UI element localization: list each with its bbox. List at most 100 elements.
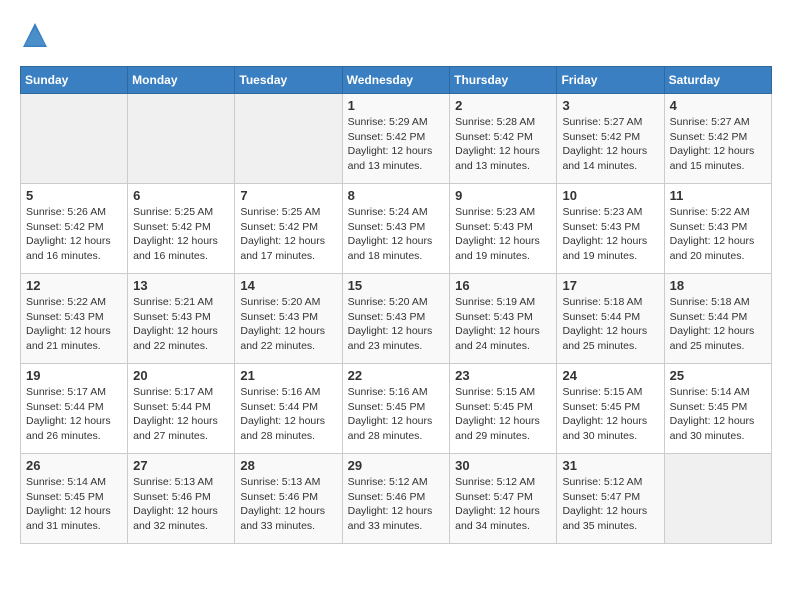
day-number: 5 — [26, 188, 122, 203]
day-info: Sunrise: 5:19 AMSunset: 5:43 PMDaylight:… — [455, 295, 551, 354]
calendar-cell: 26 Sunrise: 5:14 AMSunset: 5:45 PMDayligh… — [21, 454, 128, 544]
calendar-week-row: 1 Sunrise: 5:29 AMSunset: 5:42 PMDaylight… — [21, 94, 772, 184]
day-number: 22 — [348, 368, 445, 383]
calendar-cell: 19 Sunrise: 5:17 AMSunset: 5:44 PMDayligh… — [21, 364, 128, 454]
day-info: Sunrise: 5:12 AMSunset: 5:46 PMDaylight:… — [348, 475, 445, 534]
calendar-header-row: SundayMondayTuesdayWednesdayThursdayFrid… — [21, 67, 772, 94]
day-info: Sunrise: 5:26 AMSunset: 5:42 PMDaylight:… — [26, 205, 122, 264]
calendar-cell: 15Sunrise: 5:20 AMSunset: 5:43 PMDayligh… — [342, 274, 450, 364]
calendar-cell: 1 Sunrise: 5:29 AMSunset: 5:42 PMDaylight… — [342, 94, 450, 184]
day-number: 13 — [133, 278, 229, 293]
calendar-cell: 25 Sunrise: 5:14 AMSunset: 5:45 PMDayligh… — [664, 364, 771, 454]
day-number: 6 — [133, 188, 229, 203]
calendar-day-header: Sunday — [21, 67, 128, 94]
day-info: Sunrise: 5:23 AMSunset: 5:43 PMDaylight:… — [455, 205, 551, 264]
calendar-cell — [128, 94, 235, 184]
day-info: Sunrise: 5:12 AMSunset: 5:47 PMDaylight:… — [562, 475, 658, 534]
calendar-cell: 22Sunrise: 5:16 AMSunset: 5:45 PMDayligh… — [342, 364, 450, 454]
day-info: Sunrise: 5:12 AMSunset: 5:47 PMDaylight:… — [455, 475, 551, 534]
day-info: Sunrise: 5:27 AMSunset: 5:42 PMDaylight:… — [562, 115, 658, 174]
day-number: 12 — [26, 278, 122, 293]
calendar-cell: 18 Sunrise: 5:18 AMSunset: 5:44 PMDayligh… — [664, 274, 771, 364]
calendar-cell — [21, 94, 128, 184]
calendar-day-header: Friday — [557, 67, 664, 94]
calendar-week-row: 5 Sunrise: 5:26 AMSunset: 5:42 PMDaylight… — [21, 184, 772, 274]
day-number: 14 — [240, 278, 336, 293]
calendar-cell: 20Sunrise: 5:17 AMSunset: 5:44 PMDayligh… — [128, 364, 235, 454]
calendar-cell: 2Sunrise: 5:28 AMSunset: 5:42 PMDaylight… — [450, 94, 557, 184]
calendar-cell: 28 Sunrise: 5:13 AMSunset: 5:46 PMDayligh… — [235, 454, 342, 544]
day-number: 28 — [240, 458, 336, 473]
day-info: Sunrise: 5:25 AMSunset: 5:42 PMDaylight:… — [133, 205, 229, 264]
calendar-cell — [235, 94, 342, 184]
day-info: Sunrise: 5:17 AMSunset: 5:44 PMDaylight:… — [26, 385, 122, 444]
calendar-cell: 5 Sunrise: 5:26 AMSunset: 5:42 PMDaylight… — [21, 184, 128, 274]
day-info: Sunrise: 5:18 AMSunset: 5:44 PMDaylight:… — [670, 295, 766, 354]
day-number: 10 — [562, 188, 658, 203]
calendar-cell: 4Sunrise: 5:27 AMSunset: 5:42 PMDaylight… — [664, 94, 771, 184]
calendar-week-row: 26 Sunrise: 5:14 AMSunset: 5:45 PMDayligh… — [21, 454, 772, 544]
calendar-cell: 27 Sunrise: 5:13 AMSunset: 5:46 PMDayligh… — [128, 454, 235, 544]
day-number: 23 — [455, 368, 551, 383]
day-info: Sunrise: 5:29 AMSunset: 5:42 PMDaylight:… — [348, 115, 445, 174]
calendar-cell: 29Sunrise: 5:12 AMSunset: 5:46 PMDayligh… — [342, 454, 450, 544]
day-number: 21 — [240, 368, 336, 383]
day-number: 31 — [562, 458, 658, 473]
day-number: 30 — [455, 458, 551, 473]
calendar-cell: 21 Sunrise: 5:16 AMSunset: 5:44 PMDayligh… — [235, 364, 342, 454]
calendar-cell: 6 Sunrise: 5:25 AMSunset: 5:42 PMDaylight… — [128, 184, 235, 274]
day-info: Sunrise: 5:25 AMSunset: 5:42 PMDaylight:… — [240, 205, 336, 264]
day-number: 1 — [348, 98, 445, 113]
logo-icon — [20, 20, 50, 50]
calendar-day-header: Saturday — [664, 67, 771, 94]
day-number: 9 — [455, 188, 551, 203]
calendar-table: SundayMondayTuesdayWednesdayThursdayFrid… — [20, 66, 772, 544]
calendar-cell: 10 Sunrise: 5:23 AMSunset: 5:43 PMDayligh… — [557, 184, 664, 274]
day-info: Sunrise: 5:15 AMSunset: 5:45 PMDaylight:… — [562, 385, 658, 444]
logo — [20, 20, 54, 50]
day-number: 27 — [133, 458, 229, 473]
day-number: 25 — [670, 368, 766, 383]
day-number: 3 — [562, 98, 658, 113]
calendar-body: 1 Sunrise: 5:29 AMSunset: 5:42 PMDaylight… — [21, 94, 772, 544]
calendar-day-header: Tuesday — [235, 67, 342, 94]
day-info: Sunrise: 5:24 AMSunset: 5:43 PMDaylight:… — [348, 205, 445, 264]
day-number: 8 — [348, 188, 445, 203]
calendar-cell: 8 Sunrise: 5:24 AMSunset: 5:43 PMDaylight… — [342, 184, 450, 274]
day-info: Sunrise: 5:14 AMSunset: 5:45 PMDaylight:… — [26, 475, 122, 534]
calendar-cell: 24Sunrise: 5:15 AMSunset: 5:45 PMDayligh… — [557, 364, 664, 454]
calendar-cell: 17 Sunrise: 5:18 AMSunset: 5:44 PMDayligh… — [557, 274, 664, 364]
calendar-day-header: Thursday — [450, 67, 557, 94]
calendar-day-header: Wednesday — [342, 67, 450, 94]
calendar-cell: 30 Sunrise: 5:12 AMSunset: 5:47 PMDayligh… — [450, 454, 557, 544]
day-info: Sunrise: 5:15 AMSunset: 5:45 PMDaylight:… — [455, 385, 551, 444]
calendar-week-row: 19 Sunrise: 5:17 AMSunset: 5:44 PMDayligh… — [21, 364, 772, 454]
day-info: Sunrise: 5:28 AMSunset: 5:42 PMDaylight:… — [455, 115, 551, 174]
day-number: 17 — [562, 278, 658, 293]
day-number: 18 — [670, 278, 766, 293]
page-header — [20, 20, 772, 50]
day-info: Sunrise: 5:13 AMSunset: 5:46 PMDaylight:… — [240, 475, 336, 534]
calendar-cell: 14 Sunrise: 5:20 AMSunset: 5:43 PMDayligh… — [235, 274, 342, 364]
calendar-cell — [664, 454, 771, 544]
day-info: Sunrise: 5:13 AMSunset: 5:46 PMDaylight:… — [133, 475, 229, 534]
day-number: 16 — [455, 278, 551, 293]
calendar-cell: 23 Sunrise: 5:15 AMSunset: 5:45 PMDayligh… — [450, 364, 557, 454]
day-info: Sunrise: 5:18 AMSunset: 5:44 PMDaylight:… — [562, 295, 658, 354]
day-info: Sunrise: 5:20 AMSunset: 5:43 PMDaylight:… — [240, 295, 336, 354]
calendar-cell: 9 Sunrise: 5:23 AMSunset: 5:43 PMDaylight… — [450, 184, 557, 274]
calendar-cell: 31 Sunrise: 5:12 AMSunset: 5:47 PMDayligh… — [557, 454, 664, 544]
day-info: Sunrise: 5:16 AMSunset: 5:44 PMDaylight:… — [240, 385, 336, 444]
day-info: Sunrise: 5:20 AMSunset: 5:43 PMDaylight:… — [348, 295, 445, 354]
day-number: 19 — [26, 368, 122, 383]
day-info: Sunrise: 5:27 AMSunset: 5:42 PMDaylight:… — [670, 115, 766, 174]
day-number: 7 — [240, 188, 336, 203]
day-info: Sunrise: 5:23 AMSunset: 5:43 PMDaylight:… — [562, 205, 658, 264]
calendar-week-row: 12 Sunrise: 5:22 AMSunset: 5:43 PMDayligh… — [21, 274, 772, 364]
day-number: 26 — [26, 458, 122, 473]
day-info: Sunrise: 5:14 AMSunset: 5:45 PMDaylight:… — [670, 385, 766, 444]
day-number: 11 — [670, 188, 766, 203]
calendar-cell: 11 Sunrise: 5:22 AMSunset: 5:43 PMDayligh… — [664, 184, 771, 274]
day-info: Sunrise: 5:22 AMSunset: 5:43 PMDaylight:… — [26, 295, 122, 354]
day-info: Sunrise: 5:22 AMSunset: 5:43 PMDaylight:… — [670, 205, 766, 264]
